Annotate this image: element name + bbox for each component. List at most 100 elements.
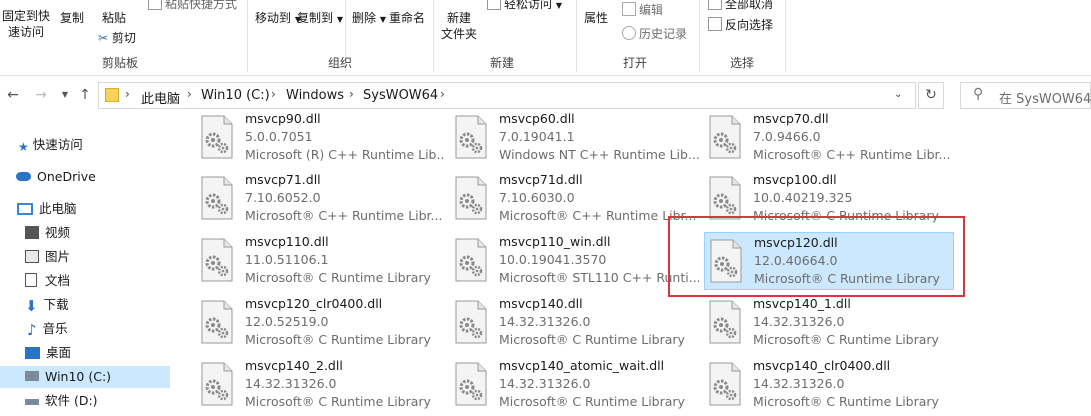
sidebar-item-pictures[interactable]: 图片 (25, 246, 70, 268)
invert-selection-label: 反向选择 (725, 18, 774, 32)
file-item[interactable]: msvcp110.dll 11.0.51106.1 Microsoft® C Run… (196, 232, 446, 290)
dll-file-icon (709, 362, 741, 406)
copy-button[interactable]: 复制 (60, 10, 84, 26)
chevron-right-icon[interactable]: › (271, 87, 276, 101)
sidebar-item-quick-access[interactable]: ★ 快速访问 (18, 134, 83, 156)
invert-selection-button[interactable]: 反向选择 (708, 17, 773, 33)
chevron-down-icon[interactable]: ⌄ (894, 89, 902, 100)
sidebar-item-desktop[interactable]: 桌面 (25, 342, 71, 364)
pin-quick-access-button[interactable]: 固定到快 速访问 (2, 8, 50, 40)
sidebar-item-label: 桌面 (46, 345, 72, 360)
file-item[interactable]: msvcp140_atomic_wait.dll 14.32.31326.0 Mic… (450, 356, 700, 414)
select-all-button[interactable]: 全部取消 (708, 0, 773, 12)
new-folder-button[interactable]: 新建 文件夹 (441, 10, 477, 42)
file-item[interactable]: msvcp90.dll 5.0.0.7051 Microsoft (R) C++ R… (196, 113, 446, 167)
cloud-icon (16, 172, 31, 181)
paste-button[interactable]: 粘贴 (102, 10, 126, 26)
file-item[interactable]: msvcp120_clr0400.dll 12.0.52519.0 Microsof… (196, 294, 446, 352)
rename-button[interactable]: 重命名 (389, 10, 425, 26)
select-all-icon (708, 0, 722, 10)
chevron-right-icon[interactable]: › (187, 87, 192, 101)
chevron-right-icon[interactable]: › (125, 87, 130, 101)
file-name: msvcp110_win.dll (499, 234, 611, 249)
forward-button[interactable]: → (32, 85, 50, 105)
file-name: msvcp90.dll (245, 113, 321, 126)
sidebar-item-label: OneDrive (37, 169, 96, 184)
sidebar-item-videos[interactable]: 视频 (25, 222, 70, 244)
paste-shortcut-icon (148, 0, 162, 10)
chevron-down-icon: ▼ (379, 15, 386, 24)
sidebar-item-downloads[interactable]: ⬇ 下载 (25, 294, 69, 316)
ribbon-divider (433, 0, 434, 72)
ribbon: 固定到快 速访问 复制 粘贴 粘贴快捷方式 ✂ 剪切 剪贴板 移动到 ▼ 复制到… (0, 0, 1091, 76)
history-button[interactable]: 历史记录 (622, 26, 687, 42)
file-description: Microsoft® C Runtime Library (499, 332, 685, 347)
organize-group-label: 组织 (327, 56, 352, 70)
ribbon-divider (785, 0, 786, 72)
delete-button[interactable]: 删除 ▼ (352, 10, 386, 28)
open-group-label: 打开 (622, 56, 647, 70)
select-group-label: 选择 (729, 56, 754, 70)
dll-file-icon (201, 176, 233, 220)
sidebar-item-onedrive[interactable]: OneDrive (16, 166, 96, 188)
edit-icon (622, 2, 636, 16)
move-to-button[interactable]: 移动到 ▼ (255, 10, 301, 28)
file-version: 7.0.9466.0 (753, 129, 821, 144)
file-name: msvcp140_clr0400.dll (753, 358, 891, 373)
dll-file-icon (455, 115, 487, 159)
up-button[interactable]: ↑ (76, 85, 94, 105)
file-item[interactable]: msvcp140.dll 14.32.31326.0 Microsoft® C Ru… (450, 294, 700, 352)
search-input[interactable]: ⚲ 在 SysWOW64 ... (960, 82, 1091, 109)
dll-file-icon (709, 176, 741, 220)
file-item[interactable]: msvcp70.dll 7.0.9466.0 Microsoft® C++ Runt… (704, 113, 954, 167)
chevron-right-icon[interactable]: › (349, 87, 354, 101)
file-item[interactable]: msvcp140_1.dll 14.32.31326.0 Microsoft® C … (704, 294, 954, 352)
file-name: msvcp140_2.dll (245, 358, 343, 373)
file-description: Microsoft (R) C++ Runtime Lib... (245, 147, 445, 162)
ribbon-divider (576, 0, 577, 72)
file-item[interactable]: msvcp140_2.dll 14.32.31326.0 Microsoft® C … (196, 356, 446, 414)
file-name: msvcp110.dll (245, 234, 329, 249)
file-item[interactable]: msvcp71d.dll 7.10.6030.0 Microsoft® C++ Ru… (450, 170, 700, 228)
breadcrumb-this-pc[interactable]: 此电脑 (141, 88, 180, 107)
file-item[interactable]: msvcp60.dll 7.0.19041.1 Windows NT C++ Run… (450, 113, 700, 167)
sidebar-item-documents[interactable]: 文档 (25, 270, 70, 292)
music-icon: ♪ (27, 321, 37, 339)
dll-file-icon (455, 362, 487, 406)
easy-access-button[interactable]: 轻松访问 ▼ (487, 0, 562, 14)
history-icon (622, 26, 636, 40)
properties-button[interactable]: 属性 (584, 10, 608, 26)
breadcrumb-windows[interactable]: Windows (286, 88, 344, 103)
edit-button[interactable]: 编辑 (622, 2, 663, 18)
select-all-label: 全部取消 (725, 0, 774, 11)
star-icon: ★ (18, 140, 29, 154)
chevron-right-icon[interactable]: › (440, 87, 445, 101)
back-button[interactable]: ← (4, 85, 22, 105)
computer-icon (17, 203, 33, 215)
file-item[interactable]: msvcp140_clr0400.dll 14.32.31326.0 Microso… (704, 356, 954, 414)
copy-to-button[interactable]: 复制到 ▼ (297, 10, 343, 28)
cut-label: 剪切 (111, 31, 136, 45)
breadcrumb-syswow64[interactable]: SysWOW64 (363, 88, 438, 103)
file-name: msvcp140_1.dll (753, 296, 851, 311)
file-item[interactable]: msvcp71.dll 7.10.6052.0 Microsoft® C++ Run… (196, 170, 446, 228)
video-icon (25, 226, 39, 239)
file-version: 5.0.0.7051 (245, 129, 313, 144)
refresh-button[interactable]: ↻ (918, 82, 944, 109)
sidebar-item-label: 快速访问 (32, 137, 83, 152)
download-icon: ⬇ (25, 297, 38, 315)
sidebar-item-win10-c[interactable]: Win10 (C:) (0, 366, 170, 388)
sidebar-item-drive-d[interactable]: 软件 (D:) (25, 390, 98, 412)
cut-button[interactable]: ✂ 剪切 (98, 30, 136, 46)
sidebar-item-music[interactable]: ♪ 音乐 (27, 318, 68, 340)
file-description: Microsoft® C Runtime Library (499, 394, 685, 409)
dll-file-icon (455, 300, 487, 344)
paste-shortcut-button[interactable]: 粘贴快捷方式 (148, 0, 237, 12)
sidebar-item-this-pc[interactable]: 此电脑 (17, 198, 77, 220)
file-item[interactable]: msvcp110_win.dll 10.0.19041.3570 Microsoft… (450, 232, 700, 290)
dll-file-icon (201, 115, 233, 159)
breadcrumb-win10-c[interactable]: Win10 (C:) (201, 88, 270, 103)
address-field[interactable]: › 此电脑 › Win10 (C:) › Windows › SysWOW64 … (98, 82, 916, 109)
file-name: msvcp71d.dll (499, 172, 583, 187)
recent-locations-button[interactable]: ▼ (56, 85, 74, 105)
